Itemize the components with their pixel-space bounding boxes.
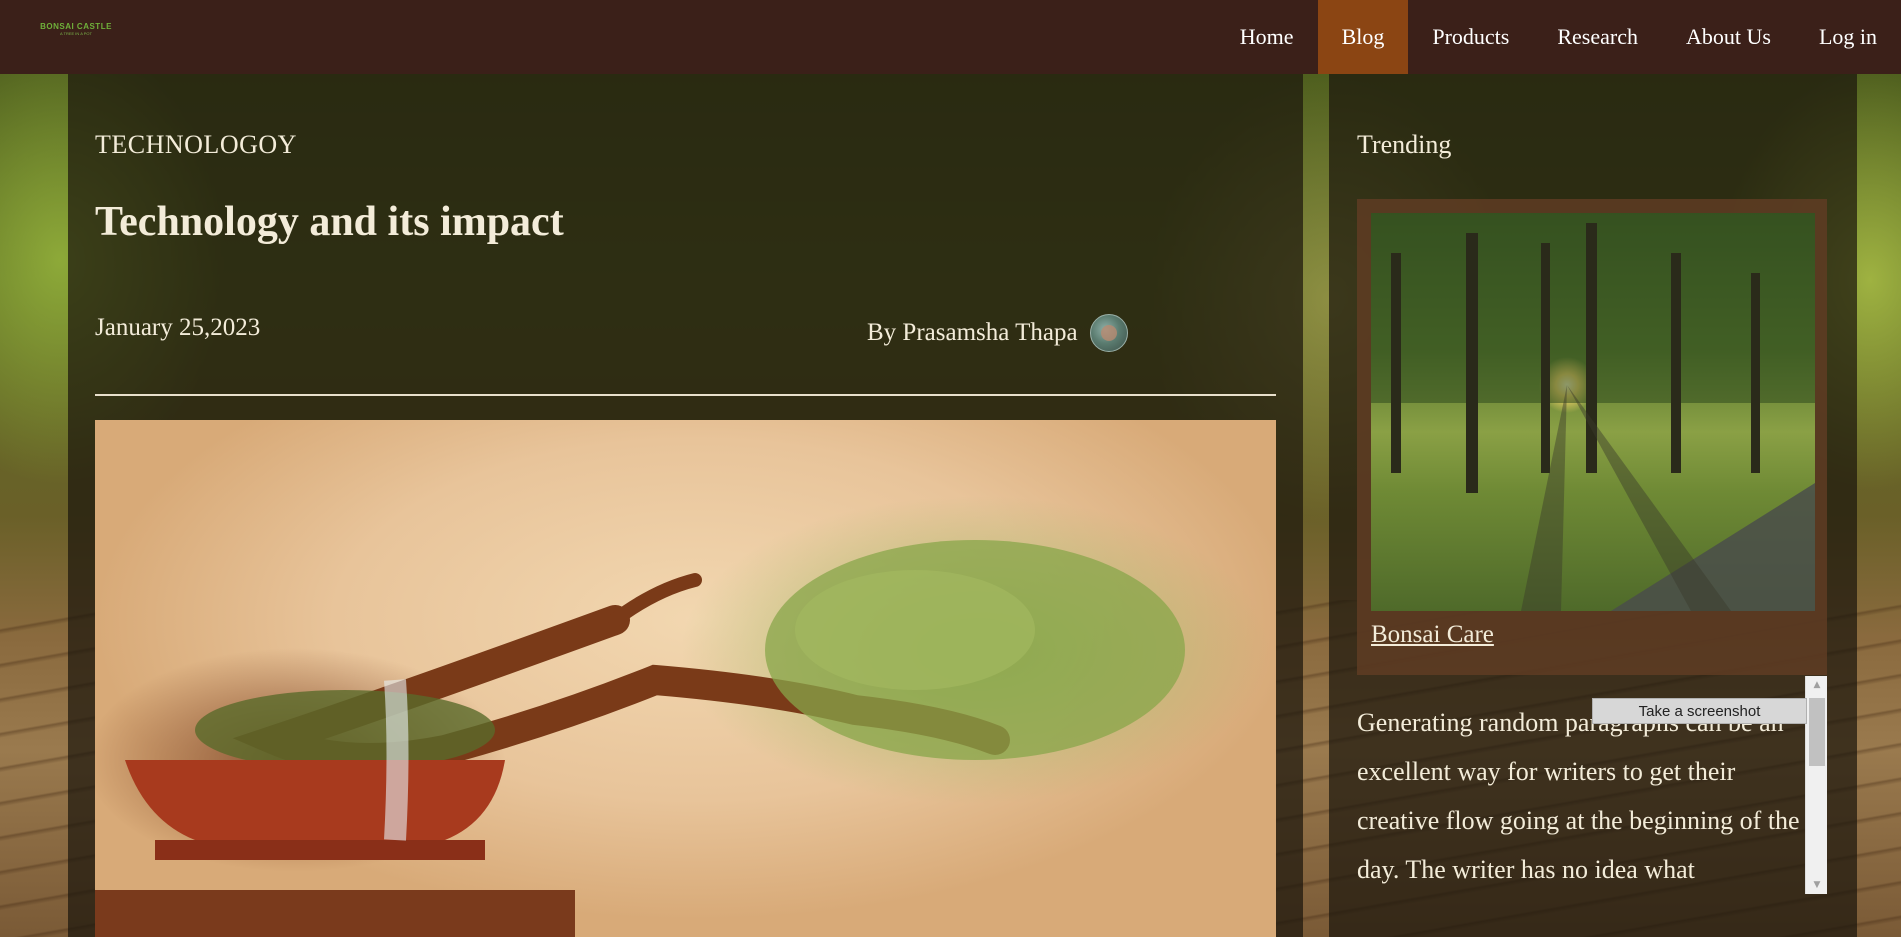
author-avatar bbox=[1089, 314, 1128, 352]
sidebar: Trending Bonsai Care Generating random p… bbox=[1329, 74, 1857, 937]
nav-about-us[interactable]: About Us bbox=[1662, 0, 1795, 74]
trending-card: Bonsai Care bbox=[1357, 199, 1827, 675]
screenshot-tooltip: Take a screenshot bbox=[1592, 698, 1807, 724]
article-date: January 25,2023 bbox=[95, 314, 261, 341]
nav-blog[interactable]: Blog bbox=[1317, 0, 1409, 74]
trending-card-link[interactable]: Bonsai Care bbox=[1371, 621, 1494, 649]
nav-menu: Home Blog Products Research About Us Log… bbox=[1216, 0, 1901, 74]
nav-products[interactable]: Products bbox=[1408, 0, 1533, 74]
bonsai-illustration bbox=[95, 540, 1185, 937]
logo-name: BONSAI CASTLE bbox=[40, 22, 112, 31]
divider bbox=[95, 394, 1276, 396]
logo[interactable]: BONSAI CASTLE A TREE IN A POT bbox=[36, 22, 116, 46]
scroll-thumb[interactable] bbox=[1809, 698, 1825, 766]
scrollbar[interactable]: ▲ ▼ bbox=[1805, 676, 1827, 894]
nav-log-in[interactable]: Log in bbox=[1795, 0, 1901, 74]
trending-heading: Trending bbox=[1357, 130, 1452, 159]
excerpt-text: Generating random paragraphs can be an e… bbox=[1357, 708, 1800, 884]
article-panel: TECHNOLOGOY Technology and its impact Ja… bbox=[68, 74, 1303, 937]
article-author: By Prasamsha Thapa bbox=[867, 314, 1128, 352]
scroll-up-arrow-icon[interactable]: ▲ bbox=[1806, 676, 1827, 694]
article-title: Technology and its impact bbox=[95, 199, 564, 245]
forest-illustration bbox=[1371, 213, 1815, 611]
article-category: TECHNOLOGOY bbox=[95, 130, 297, 159]
article-hero-image bbox=[95, 420, 1276, 937]
logo-tagline: A TREE IN A POT bbox=[60, 31, 92, 36]
author-name: By Prasamsha Thapa bbox=[867, 319, 1078, 346]
nav-research[interactable]: Research bbox=[1533, 0, 1662, 74]
navbar: BONSAI CASTLE A TREE IN A POT Home Blog … bbox=[0, 0, 1901, 74]
scroll-down-arrow-icon[interactable]: ▼ bbox=[1806, 876, 1827, 894]
trending-card-image[interactable] bbox=[1371, 213, 1815, 611]
nav-home[interactable]: Home bbox=[1216, 0, 1318, 74]
